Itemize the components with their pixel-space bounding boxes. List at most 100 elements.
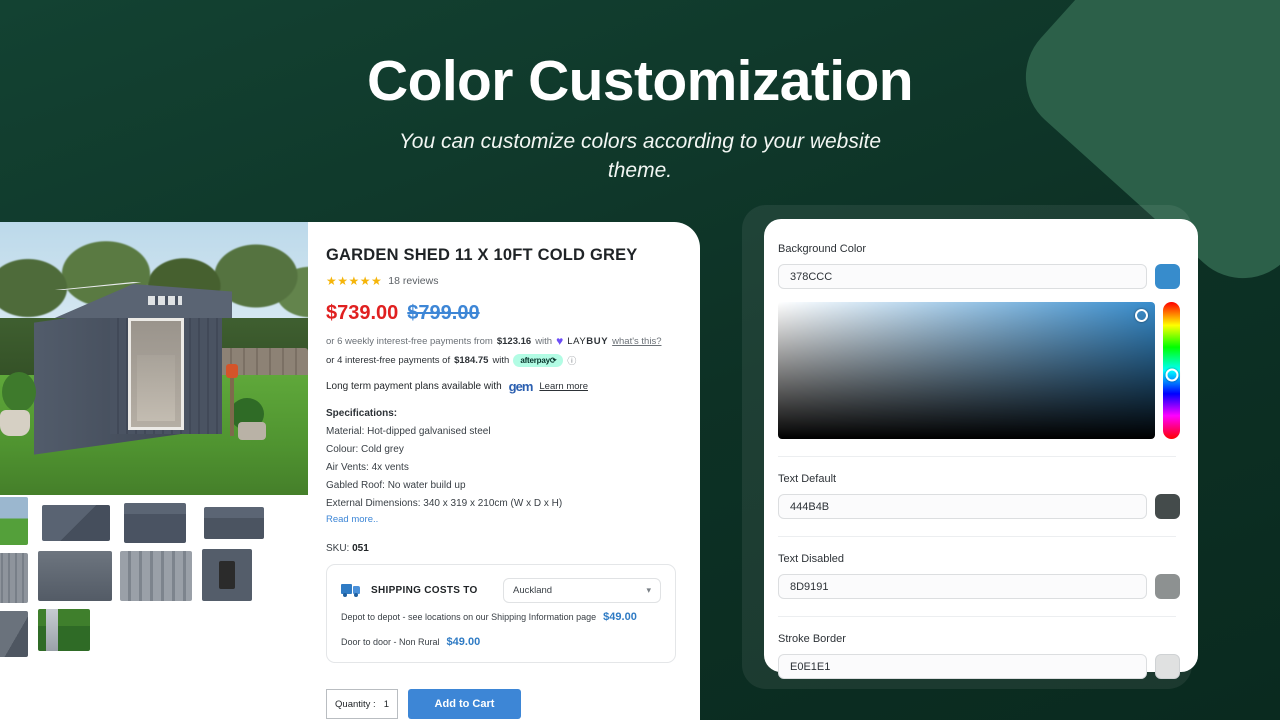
background-color-input[interactable]: 378CCC: [778, 264, 1147, 289]
afterpay-with: with: [492, 355, 510, 366]
divider: [778, 616, 1176, 617]
shipping-option-row: Depot to depot - see locations on our Sh…: [341, 611, 661, 623]
price-row: $739.00 $799.00: [326, 302, 678, 325]
thumbnail-grid: [0, 495, 318, 720]
slide-canvas: Color Customization You can customize co…: [0, 0, 1280, 720]
original-price: $799.00: [407, 302, 480, 324]
thumbnail[interactable]: [0, 611, 28, 657]
shipping-title: SHIPPING COSTS TO: [371, 585, 478, 596]
thumbnail[interactable]: [124, 503, 186, 543]
text-disabled-swatch[interactable]: [1155, 574, 1180, 599]
shipping-option-label: Door to door - Non Rural: [341, 637, 440, 647]
shipping-costs-panel: SHIPPING COSTS TO Auckland ▾ Depot to de…: [326, 564, 676, 663]
shed-interior: [137, 355, 175, 421]
page-subtitle: You can customize colors according to yo…: [398, 129, 882, 182]
product-title: GARDEN SHED 11 X 10FT COLD GREY: [326, 246, 638, 264]
thumbnail[interactable]: [202, 549, 252, 601]
spec-item: Air Vents: 4x vents: [326, 462, 409, 473]
divider: [778, 536, 1176, 537]
purchase-row: Quantity : 1 Add to Cart: [326, 689, 678, 719]
gem-text: Long term payment plans available with: [326, 381, 502, 392]
product-gallery: [0, 222, 318, 720]
divider: [778, 456, 1176, 457]
text-default-input[interactable]: 444B4B: [778, 494, 1147, 519]
text-default-swatch[interactable]: [1155, 494, 1180, 519]
heart-icon: ♥: [556, 334, 564, 348]
quantity-label: Quantity :: [335, 698, 376, 710]
hex-value: E0E1E1: [790, 660, 831, 673]
sku-label: SKU:: [326, 543, 350, 554]
laybuy-brand-light: LAY: [567, 335, 587, 347]
pot-right: [238, 422, 266, 440]
stroke-border-input[interactable]: E0E1E1: [778, 654, 1147, 679]
text-disabled-input[interactable]: 8D9191: [778, 574, 1147, 599]
hue-handle[interactable]: [1165, 368, 1178, 382]
sku-row: SKU: 051: [326, 543, 678, 554]
spec-item: Colour: Cold grey: [326, 444, 404, 455]
add-to-cart-button[interactable]: Add to Cart: [408, 689, 521, 719]
laybuy-payment-line: or 6 weekly interest-free payments from …: [326, 334, 678, 348]
field-label: Stroke Border: [778, 633, 846, 645]
laybuy-prefix: or 6 weekly interest-free payments from: [326, 335, 493, 347]
spec-item: Material: Hot-dipped galvanised steel: [326, 426, 491, 437]
page-title: Color Customization: [367, 49, 914, 113]
field-label: Text Default: [778, 473, 837, 485]
hex-value: 444B4B: [790, 500, 830, 513]
learn-more-link[interactable]: Learn more: [539, 381, 588, 392]
gem-payment-line: Long term payment plans available with g…: [326, 379, 678, 394]
shed-door: [128, 318, 184, 430]
region-select-value: Auckland: [513, 585, 553, 596]
current-price: $739.00: [326, 302, 399, 324]
product-details: GARDEN SHED 11 X 10FT COLD GREY ★★★★★ 18…: [318, 222, 700, 720]
hex-value: 8D9191: [790, 580, 829, 593]
quantity-stepper[interactable]: Quantity : 1: [326, 689, 398, 719]
quantity-value: 1: [383, 698, 389, 710]
pot-left: [0, 410, 30, 436]
shipping-header: SHIPPING COSTS TO Auckland ▾: [341, 578, 661, 603]
info-icon[interactable]: ⓘ: [567, 354, 576, 367]
whats-this-link[interactable]: what's this?: [612, 336, 661, 347]
shipping-option-row: Door to door - Non Rural $49.00: [341, 636, 661, 648]
review-count[interactable]: 18 reviews: [388, 275, 438, 287]
product-hero-image[interactable]: [0, 222, 308, 495]
product-preview-card: GARDEN SHED 11 X 10FT COLD GREY ★★★★★ 18…: [0, 222, 700, 720]
header: Color Customization You can customize co…: [0, 0, 1280, 208]
thumbnail[interactable]: [38, 609, 90, 651]
shipping-option-label: Depot to depot - see locations on our Sh…: [341, 612, 597, 622]
region-select[interactable]: Auckland ▾: [503, 578, 661, 603]
thumbnail[interactable]: [42, 505, 110, 541]
delivery-truck-icon: [341, 584, 360, 597]
thumbnail[interactable]: [204, 507, 264, 539]
hex-value: 378CCC: [790, 270, 833, 283]
thumbnail[interactable]: [0, 553, 28, 603]
laybuy-amount: $123.16: [496, 335, 532, 347]
afterpay-badge: afterpay⟳: [513, 354, 564, 367]
specifications-heading: Specifications:: [326, 408, 398, 419]
background-color-swatch[interactable]: [1155, 264, 1180, 289]
background-color-field: Background Color 378CCC: [778, 243, 1180, 289]
rating-row: ★★★★★ 18 reviews: [326, 274, 678, 288]
hue-slider[interactable]: [1163, 302, 1180, 439]
spec-item: External Dimensions: 340 x 319 x 210cm (…: [326, 498, 563, 509]
spade-tool: [226, 364, 238, 436]
saturation-value-area[interactable]: [778, 302, 1155, 439]
thumbnail[interactable]: [0, 497, 28, 545]
text-disabled-field: Text Disabled 8D9191: [778, 553, 1180, 599]
spec-item: Gabled Roof: No water build up: [326, 480, 466, 491]
thumbnail[interactable]: [120, 551, 192, 601]
thumbnail[interactable]: [38, 551, 112, 601]
color-picker: [778, 302, 1180, 439]
afterpay-amount: $184.75: [454, 355, 489, 366]
stroke-border-field: Stroke Border E0E1E1: [778, 633, 1180, 679]
shed-vents: [148, 296, 182, 305]
plant-left: [2, 372, 36, 412]
gem-logo: gem: [508, 379, 534, 394]
afterpay-payment-line: or 4 interest-free payments of $184.75 w…: [326, 354, 678, 367]
stroke-border-swatch[interactable]: [1155, 654, 1180, 679]
field-label: Background Color: [778, 243, 867, 255]
shipping-option-price: $49.00: [603, 611, 637, 623]
saturation-handle[interactable]: [1135, 309, 1148, 322]
read-more-link[interactable]: Read more..: [326, 514, 378, 525]
afterpay-prefix: or 4 interest-free payments of: [326, 355, 451, 366]
star-rating-icon: ★★★★★: [326, 274, 383, 288]
